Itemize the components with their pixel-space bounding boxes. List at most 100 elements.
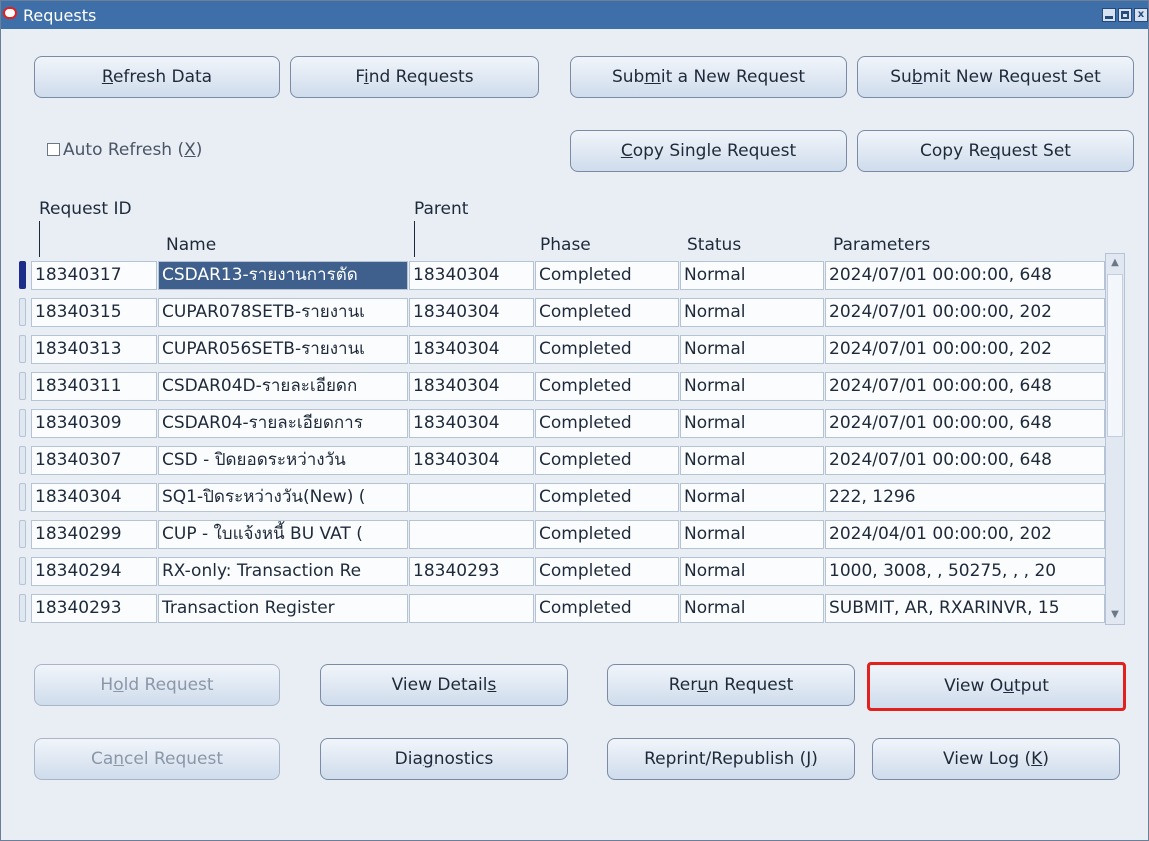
cell-parent[interactable]: 18340304 [409,298,534,327]
cell-parent[interactable]: 18340304 [409,335,534,364]
cell-name[interactable]: CSDAR04D-รายละเอียดก [158,372,408,401]
row-marker[interactable] [19,557,26,585]
cell-request-id[interactable]: 18340315 [31,298,157,327]
find-requests-button[interactable]: Find Requests [290,56,539,98]
cell-status[interactable]: Normal [680,446,824,475]
cell-request-id[interactable]: 18340299 [31,520,157,549]
cell-status[interactable]: Normal [680,335,824,364]
row-marker[interactable] [19,446,26,474]
scroll-thumb[interactable] [1107,274,1123,437]
cell-parameters[interactable]: 2024/07/01 00:00:00, 202 [825,335,1105,364]
checkbox-box[interactable] [47,143,60,156]
auto-refresh-checkbox[interactable]: Auto Refresh (X) [47,140,202,160]
cell-request-id[interactable]: 18340307 [31,446,157,475]
cell-name[interactable]: Transaction Register [158,594,408,623]
cell-name[interactable]: CUPAR078SETB-รายงานเ [158,298,408,327]
cell-status[interactable]: Normal [680,557,824,586]
cell-parameters[interactable]: 222, 1296 [825,483,1105,512]
row-marker[interactable] [19,261,26,289]
cell-parameters[interactable]: 1000, 3008, , 50275, , , 20 [825,557,1105,586]
cell-parameters[interactable]: 2024/07/01 00:00:00, 648 [825,446,1105,475]
table-row[interactable]: 18340313 CUPAR056SETB-รายงานเ 18340304 C… [18,331,1105,364]
maximize-icon[interactable] [1118,8,1132,22]
diagnostics-button[interactable]: Diagnostics [320,738,568,780]
copy-request-set-button[interactable]: Copy Request Set [857,130,1134,172]
title-bar[interactable]: Requests x [1,1,1148,29]
cell-request-id[interactable]: 18340313 [31,335,157,364]
cell-phase[interactable]: Completed [535,409,679,438]
cell-name[interactable]: SQ1-ปิดระหว่างวัน(New) ( [158,483,408,512]
cell-parent[interactable]: 18340304 [409,261,534,290]
vertical-scrollbar[interactable]: ▲ ▼ [1105,253,1125,625]
cell-parent[interactable] [409,483,534,512]
submit-new-request-button[interactable]: Submit a New Request [570,56,847,98]
cell-status[interactable]: Normal [680,409,824,438]
view-output-button[interactable]: View Output [867,662,1126,711]
cell-parent[interactable] [409,594,534,623]
submit-new-request-set-button[interactable]: Submit New Request Set [857,56,1134,98]
copy-single-request-button[interactable]: Copy Single Request [570,130,847,172]
cell-request-id[interactable]: 18340309 [31,409,157,438]
cell-phase[interactable]: Completed [535,594,679,623]
cell-status[interactable]: Normal [680,520,824,549]
table-row[interactable]: 18340294 RX-only: Transaction Re 1834029… [18,553,1105,586]
row-marker[interactable] [19,483,26,511]
cell-status[interactable]: Normal [680,594,824,623]
table-row[interactable]: 18340299 CUP - ใบแจ้งหนี้ BU VAT ( Compl… [18,516,1105,549]
cell-request-id[interactable]: 18340304 [31,483,157,512]
cell-name[interactable]: CSDAR04-รายละเอียดการ [158,409,408,438]
cell-phase[interactable]: Completed [535,335,679,364]
cell-name[interactable]: CSDAR13-รายงานการตัด [158,261,408,290]
view-log-button[interactable]: View Log (K) [872,738,1120,780]
scroll-down-icon[interactable]: ▼ [1108,608,1122,622]
table-row[interactable]: 18340307 CSD - ปิดยอดระหว่างวัน 18340304… [18,442,1105,475]
close-icon[interactable]: x [1134,8,1148,22]
cell-parent[interactable]: 18340304 [409,372,534,401]
cell-parameters[interactable]: 2024/07/01 00:00:00, 648 [825,372,1105,401]
refresh-data-button[interactable]: Refresh Data [34,56,280,98]
cell-status[interactable]: Normal [680,261,824,290]
view-details-button[interactable]: View Details [320,664,568,706]
cell-phase[interactable]: Completed [535,298,679,327]
cell-request-id[interactable]: 18340294 [31,557,157,586]
cell-parameters[interactable]: 2024/04/01 00:00:00, 202 [825,520,1105,549]
table-row[interactable]: 18340311 CSDAR04D-รายละเอียดก 18340304 C… [18,368,1105,401]
table-row[interactable]: 18340317 CSDAR13-รายงานการตัด 18340304 C… [18,257,1105,290]
cell-phase[interactable]: Completed [535,372,679,401]
cell-parameters[interactable]: 2024/07/01 00:00:00, 648 [825,409,1105,438]
table-row[interactable]: 18340315 CUPAR078SETB-รายงานเ 18340304 C… [18,294,1105,327]
table-row[interactable]: 18340309 CSDAR04-รายละเอียดการ 18340304 … [18,405,1105,438]
reprint-republish-button[interactable]: Reprint/Republish (J) [607,738,855,780]
row-marker[interactable] [19,409,26,437]
cell-parent[interactable]: 18340293 [409,557,534,586]
cell-name[interactable]: CSD - ปิดยอดระหว่างวัน [158,446,408,475]
hold-request-button[interactable]: Hold Request [34,664,280,706]
row-marker[interactable] [19,335,26,363]
cell-phase[interactable]: Completed [535,557,679,586]
cancel-request-button[interactable]: Cancel Request [34,738,280,780]
row-marker[interactable] [19,298,26,326]
cell-request-id[interactable]: 18340293 [31,594,157,623]
cell-phase[interactable]: Completed [535,520,679,549]
cell-status[interactable]: Normal [680,298,824,327]
cell-parent[interactable]: 18340304 [409,446,534,475]
cell-parent[interactable] [409,520,534,549]
cell-status[interactable]: Normal [680,372,824,401]
cell-name[interactable]: RX-only: Transaction Re [158,557,408,586]
cell-status[interactable]: Normal [680,483,824,512]
cell-parameters[interactable]: SUBMIT, AR, RXARINVR, 15 [825,594,1105,623]
cell-phase[interactable]: Completed [535,446,679,475]
table-row[interactable]: 18340293 Transaction Register Completed … [18,590,1105,623]
cell-request-id[interactable]: 18340317 [31,261,157,290]
minimize-icon[interactable] [1102,8,1116,22]
table-row[interactable]: 18340304 SQ1-ปิดระหว่างวัน(New) ( Comple… [18,479,1105,512]
cell-parameters[interactable]: 2024/07/01 00:00:00, 648 [825,261,1105,290]
cell-phase[interactable]: Completed [535,483,679,512]
cell-parent[interactable]: 18340304 [409,409,534,438]
rerun-request-button[interactable]: Rerun Request [607,664,855,706]
cell-request-id[interactable]: 18340311 [31,372,157,401]
row-marker[interactable] [19,520,26,548]
cell-name[interactable]: CUP - ใบแจ้งหนี้ BU VAT ( [158,520,408,549]
cell-name[interactable]: CUPAR056SETB-รายงานเ [158,335,408,364]
scroll-up-icon[interactable]: ▲ [1108,256,1122,270]
